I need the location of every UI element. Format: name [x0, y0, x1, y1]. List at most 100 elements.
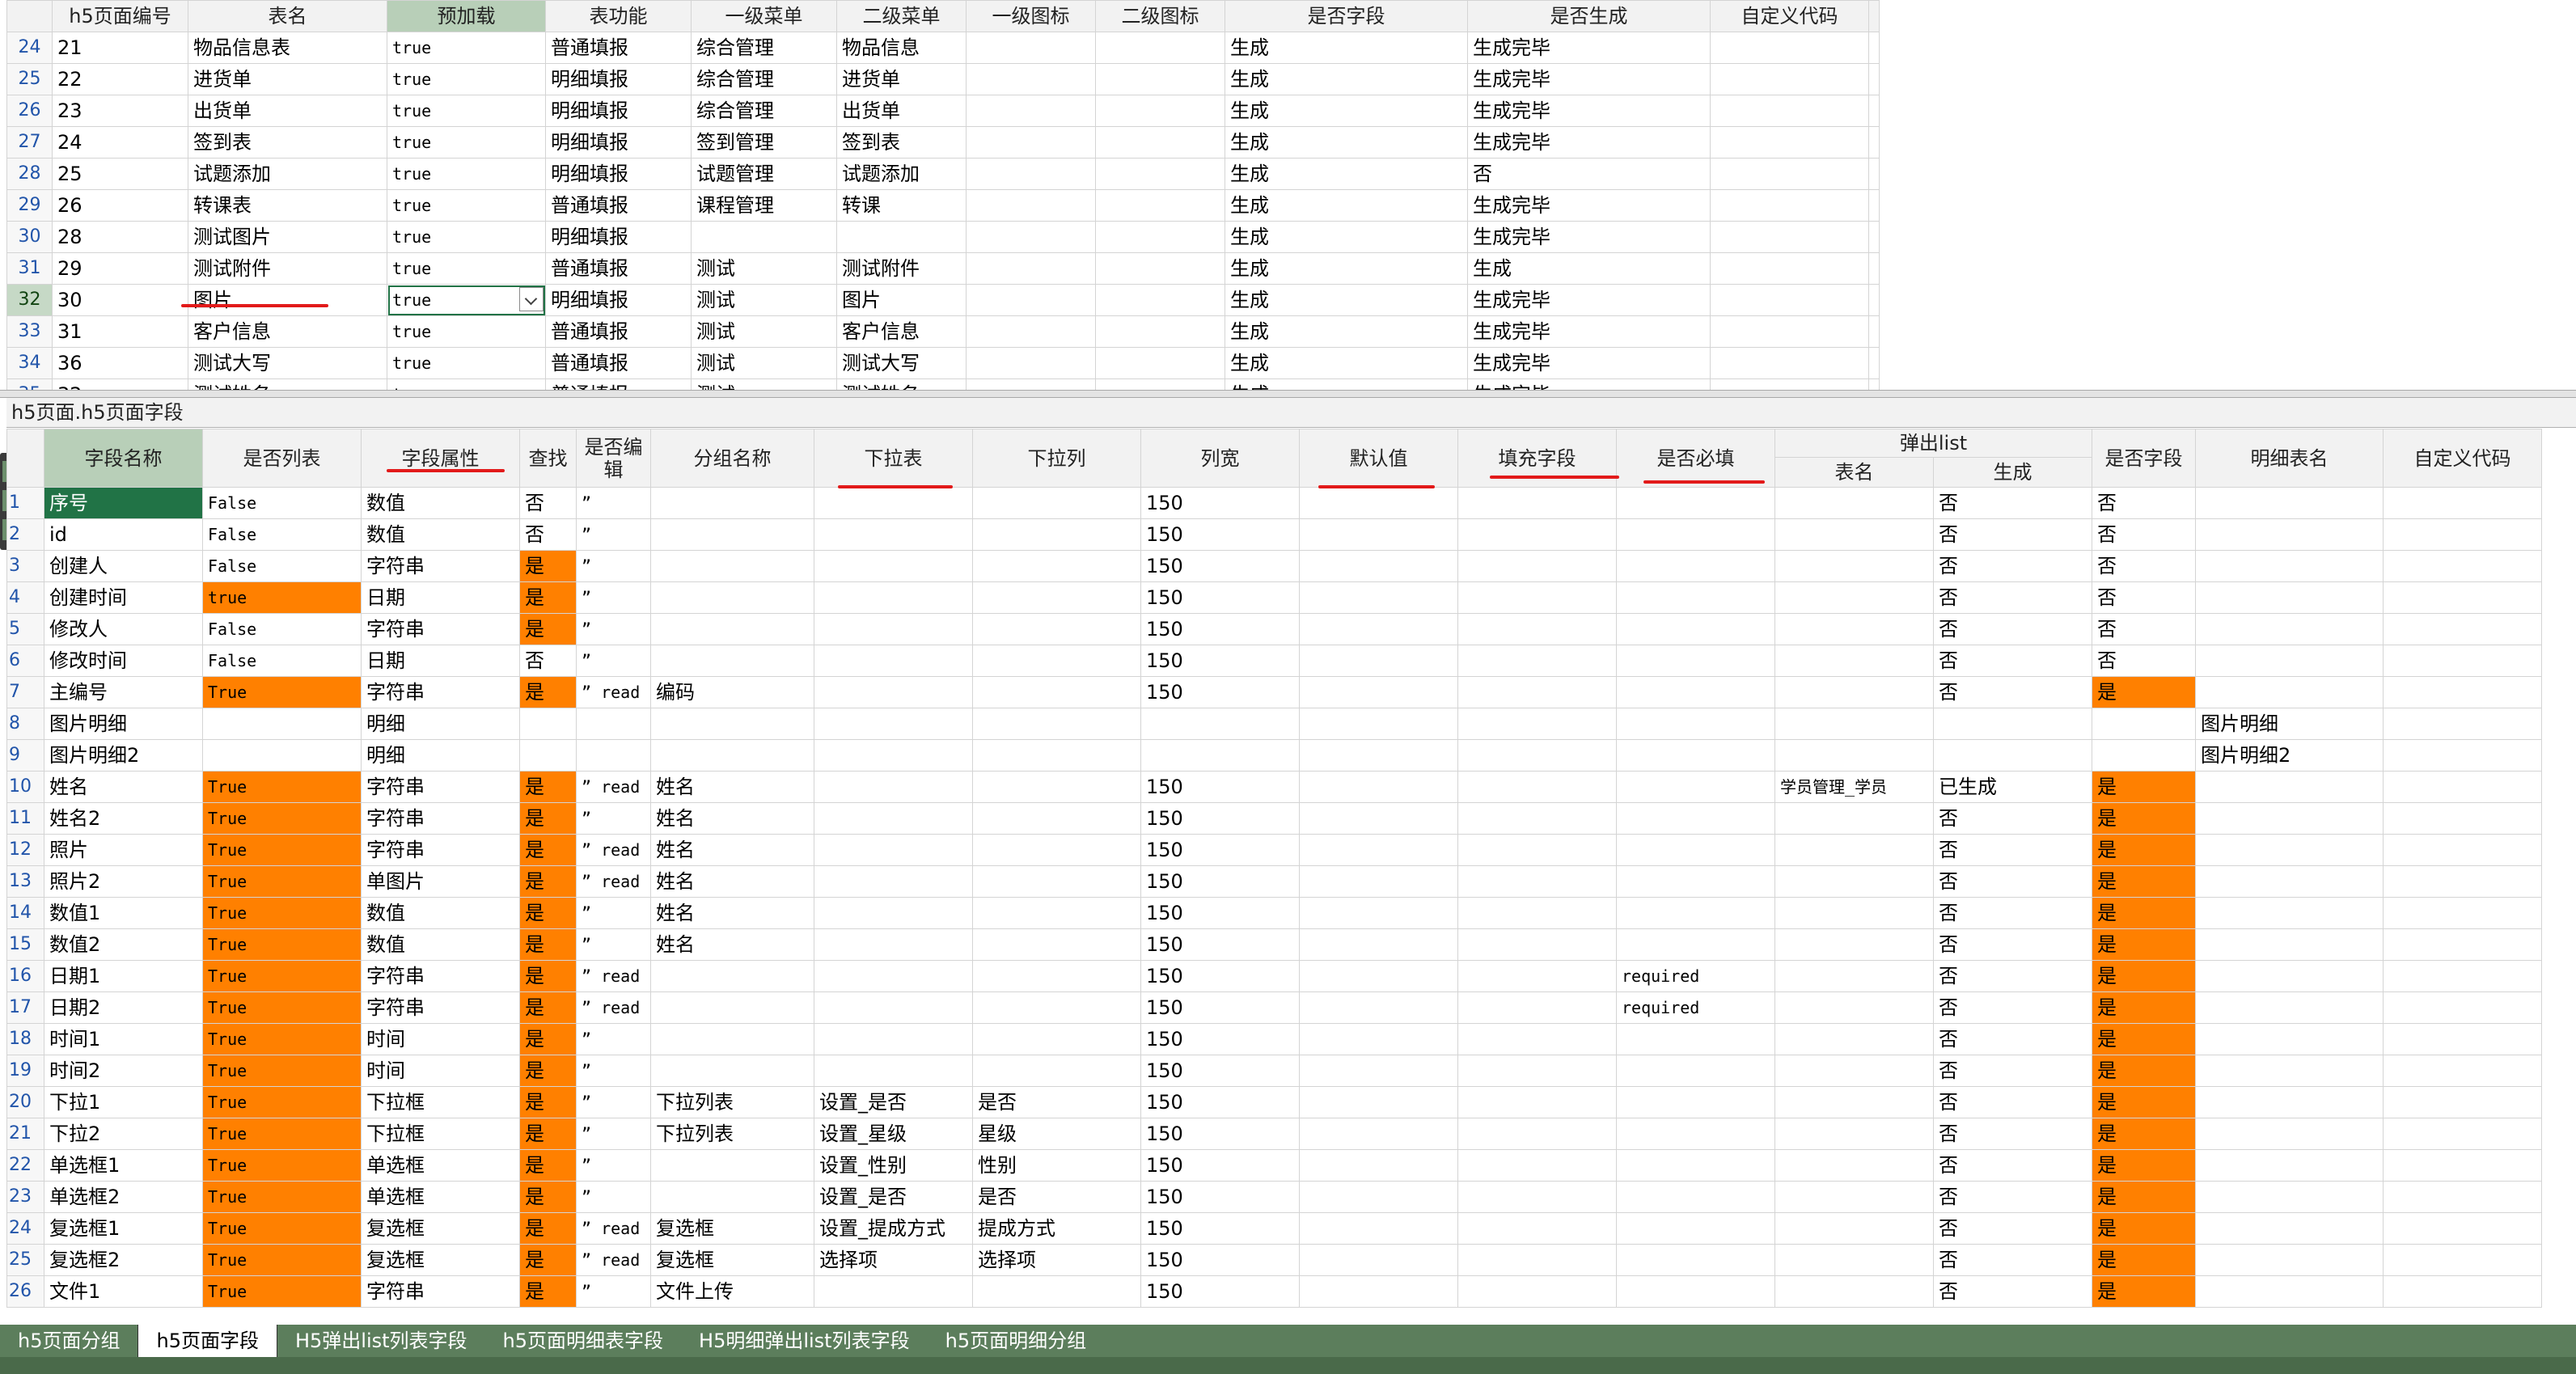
grid-cell[interactable]: 单选框 — [361, 1149, 520, 1182]
grid-cell[interactable]: 明细填报 — [545, 95, 692, 127]
grid-cell[interactable]: 图片明细2 — [2195, 739, 2384, 772]
table-row[interactable]: 23 单选框2 True 单选框是” 设置_是否 是否 150 否是 — [6, 1181, 2542, 1213]
grid-cell[interactable]: 是 — [519, 1149, 577, 1182]
grid-cell[interactable] — [2195, 771, 2384, 803]
grid-cell[interactable] — [1457, 1118, 1617, 1150]
sheet-tab[interactable]: h5页面字段 — [137, 1325, 277, 1357]
grid-cell[interactable] — [1774, 708, 1934, 740]
grid-cell[interactable] — [650, 1149, 814, 1182]
row-number[interactable]: 29 — [6, 189, 53, 222]
grid-cell[interactable] — [2195, 897, 2384, 929]
grid-cell[interactable]: 复选框 — [650, 1212, 814, 1245]
grid-cell[interactable] — [966, 347, 1096, 379]
grid-cell[interactable]: ” read — [576, 960, 651, 992]
grid-cell[interactable] — [2383, 802, 2542, 835]
grid-cell[interactable]: 下拉框 — [361, 1118, 520, 1150]
grid-cell[interactable]: 测试 — [691, 315, 837, 348]
grid-cell[interactable]: 150 — [1140, 1212, 1300, 1245]
grid-cell[interactable] — [2383, 865, 2542, 898]
top-header-cell[interactable]: 预加载 — [387, 0, 546, 32]
grid-cell[interactable]: 否 — [2092, 581, 2196, 614]
grid-cell[interactable] — [1933, 708, 2092, 740]
header-dropdown-col[interactable]: 下拉列 — [972, 429, 1141, 488]
grid-cell[interactable]: 23 — [52, 95, 188, 127]
grid-cell[interactable] — [1457, 676, 1617, 708]
grid-cell[interactable]: ” read — [576, 1212, 651, 1245]
grid-cell[interactable] — [1095, 315, 1225, 348]
grid-cell[interactable]: true — [387, 63, 546, 95]
table-row[interactable]: 25 22 进货单 true 明细填报 综合管理 进货单 生成 生成完毕 — [6, 63, 1880, 95]
grid-cell[interactable] — [1457, 1212, 1617, 1245]
grid-cell[interactable]: True — [202, 991, 362, 1024]
grid-cell[interactable]: 生成完毕 — [1467, 347, 1711, 379]
grid-cell[interactable] — [1774, 676, 1934, 708]
grid-cell[interactable]: 否 — [1933, 1149, 2092, 1182]
grid-cell[interactable] — [1299, 1275, 1458, 1308]
grid-cell[interactable] — [2383, 1055, 2542, 1087]
grid-cell[interactable]: 字符串 — [361, 991, 520, 1024]
grid-cell[interactable] — [972, 928, 1141, 961]
grid-cell[interactable]: 生成完毕 — [1467, 63, 1711, 95]
grid-cell[interactable]: true — [387, 95, 546, 127]
grid-cell[interactable]: 性别 — [972, 1149, 1141, 1182]
grid-cell[interactable] — [2195, 645, 2384, 677]
grid-cell[interactable]: 否 — [1933, 897, 2092, 929]
grid-cell[interactable] — [1710, 95, 1869, 127]
grid-cell[interactable] — [2195, 802, 2384, 835]
grid-cell[interactable]: 是 — [2092, 834, 2196, 866]
grid-cell[interactable] — [1774, 1118, 1934, 1150]
grid-cell[interactable] — [972, 518, 1141, 551]
table-row[interactable]: 25 复选框2 True 复选框是” read 复选框 选择项 选择项 150 否是 — [6, 1244, 2542, 1276]
row-number[interactable]: 24 — [6, 32, 53, 64]
grid-cell[interactable]: 生成 — [1225, 95, 1468, 127]
grid-cell[interactable]: 否 — [1933, 1181, 2092, 1213]
grid-cell[interactable]: 字符串 — [361, 550, 520, 582]
grid-cell[interactable]: 否 — [1933, 960, 2092, 992]
grid-cell[interactable]: 生成 — [1225, 221, 1468, 253]
grid-cell[interactable]: 否 — [1933, 487, 2092, 519]
grid-cell[interactable] — [972, 676, 1141, 708]
grid-cell[interactable] — [1457, 613, 1617, 645]
grid-cell[interactable] — [1774, 960, 1934, 992]
grid-cell[interactable]: 22 — [52, 63, 188, 95]
grid-cell[interactable]: 否 — [2092, 613, 2196, 645]
grid-cell[interactable] — [1299, 739, 1458, 772]
grid-cell[interactable]: 150 — [1140, 518, 1300, 551]
grid-cell[interactable]: 否 — [1933, 581, 2092, 614]
grid-cell[interactable]: 否 — [1467, 158, 1711, 190]
grid-cell[interactable]: ” — [576, 550, 651, 582]
row-number[interactable]: 30 — [6, 221, 53, 253]
grid-cell[interactable]: 是 — [519, 1181, 577, 1213]
grid-cell[interactable] — [1457, 960, 1617, 992]
table-row[interactable]: 30 28 测试图片 true 明细填报 生成 生成完毕 — [6, 221, 1880, 253]
grid-cell[interactable]: 是 — [2092, 1149, 2196, 1182]
chevron-down-icon[interactable] — [519, 287, 544, 311]
grid-cell[interactable]: 提成方式 — [972, 1212, 1141, 1245]
grid-cell[interactable]: 选择项 — [814, 1244, 973, 1276]
grid-cell[interactable]: 是 — [2092, 960, 2196, 992]
grid-cell[interactable] — [972, 1023, 1141, 1055]
grid-cell[interactable]: 图片明细2 — [44, 739, 203, 772]
grid-cell[interactable]: 生成完毕 — [1467, 315, 1711, 348]
grid-cell[interactable]: 生成 — [1225, 189, 1468, 222]
grid-cell[interactable]: true — [387, 189, 546, 222]
grid-cell[interactable] — [1299, 645, 1458, 677]
grid-cell[interactable]: 150 — [1140, 1149, 1300, 1182]
grid-cell[interactable] — [814, 708, 973, 740]
table-row[interactable]: 24 21 物品信息表 true 普通填报 综合管理 物品信息 生成 生成完毕 — [6, 32, 1880, 64]
grid-cell[interactable]: ” — [576, 1149, 651, 1182]
grid-cell[interactable]: 生成完毕 — [1467, 284, 1711, 316]
grid-cell[interactable] — [650, 487, 814, 519]
grid-cell[interactable]: 时间1 — [44, 1023, 203, 1055]
grid-cell[interactable] — [2195, 613, 2384, 645]
grid-cell[interactable] — [2383, 1023, 2542, 1055]
grid-cell[interactable]: 明细填报 — [545, 221, 692, 253]
grid-cell[interactable] — [650, 1055, 814, 1087]
grid-cell[interactable] — [814, 1023, 973, 1055]
grid-cell[interactable] — [650, 518, 814, 551]
grid-cell[interactable] — [650, 613, 814, 645]
grid-cell[interactable] — [1457, 897, 1617, 929]
grid-cell[interactable]: 150 — [1140, 1181, 1300, 1213]
grid-cell[interactable] — [814, 550, 973, 582]
table-row[interactable]: 4 创建时间 true 日期是” 150 否否 — [6, 581, 2542, 614]
